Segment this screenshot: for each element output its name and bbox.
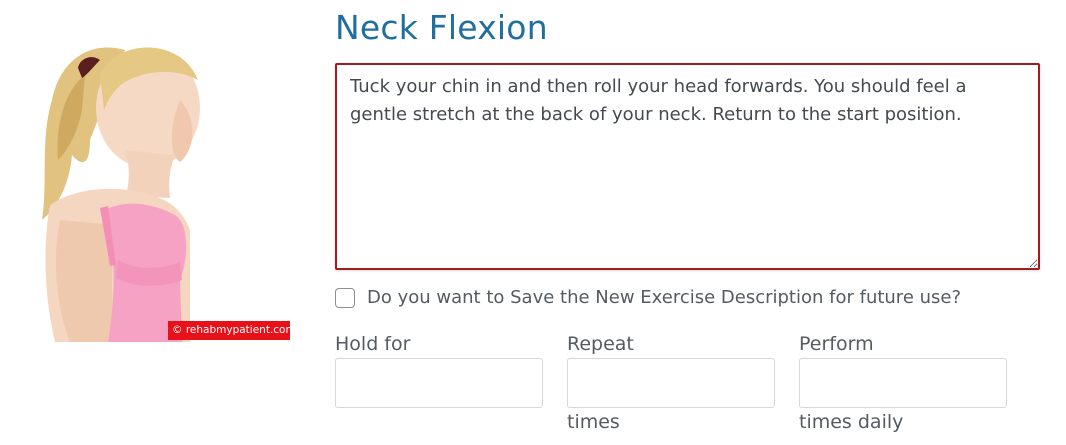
exercise-title: Neck Flexion (335, 8, 548, 47)
exercise-image: © rehabmypatient.com (30, 30, 292, 342)
exercise-description-textarea[interactable]: Tuck your chin in and then roll your hea… (335, 63, 1040, 270)
repeat-label: Repeat (567, 333, 634, 355)
repeat-input[interactable] (567, 358, 775, 408)
hold-for-input[interactable] (335, 358, 543, 408)
perform-input[interactable] (799, 358, 1007, 408)
repeat-unit-label: times (567, 411, 620, 433)
save-description-option[interactable]: Do you want to Save the New Exercise Des… (335, 287, 961, 308)
perform-unit-label: times daily (799, 411, 904, 433)
perform-label: Perform (799, 333, 874, 355)
save-description-checkbox[interactable] (335, 287, 355, 308)
woman-neck-flexion-illustration (42, 47, 200, 342)
watermark-badge: © rehabmypatient.com (168, 321, 292, 340)
hold-for-label: Hold for (335, 333, 411, 355)
save-description-label: Do you want to Save the New Exercise Des… (367, 287, 962, 308)
